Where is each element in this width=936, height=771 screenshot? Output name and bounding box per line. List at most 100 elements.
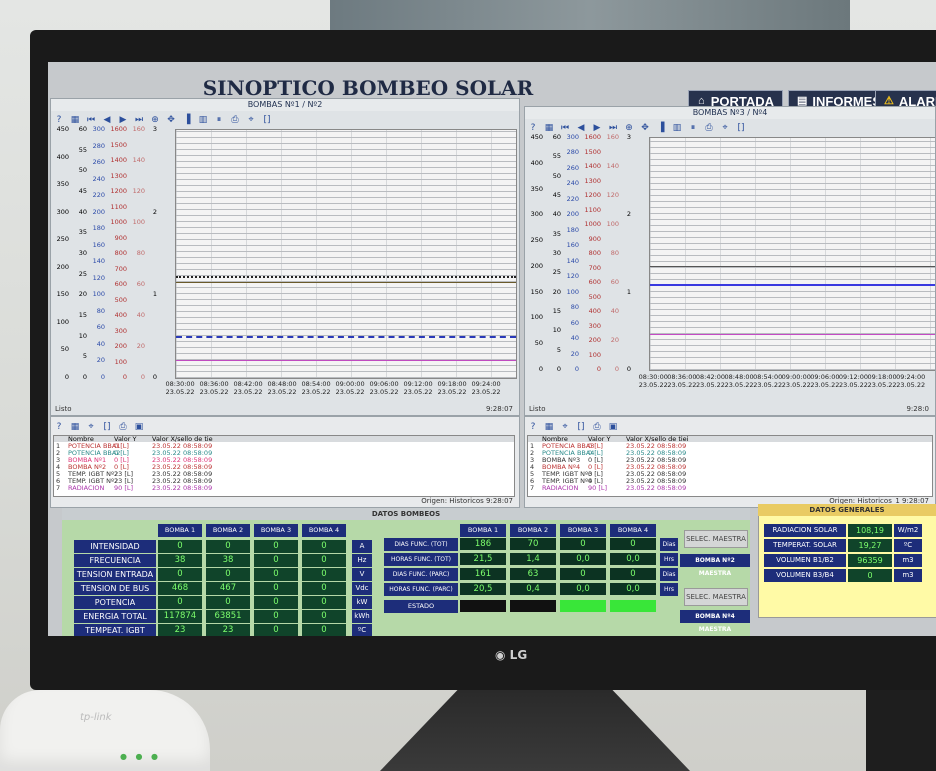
table-icon[interactable]: ▥	[197, 114, 209, 126]
print-icon[interactable]: ⎙	[229, 114, 241, 126]
left-ax3-tick: 0	[100, 373, 105, 381]
pump-row-value: 0	[254, 596, 298, 609]
pump-row-label: ENERGIA TOTAL	[74, 610, 156, 623]
x-tick-label: 09:24:00 23.05.22	[466, 380, 506, 396]
right-rax2-tick: 55	[552, 152, 561, 161]
right-rax4-tick: 0	[596, 365, 601, 373]
zoom-icon[interactable]: ⊕	[623, 122, 635, 134]
right-rax4-tick: 500	[588, 292, 601, 301]
right-rax5-tick: 20	[610, 336, 619, 344]
right-legend-table[interactable]: Nombre Valor Y Valor X/sello de tiei 1 POTEN…	[527, 435, 933, 497]
last-icon[interactable]: ⏭	[607, 122, 619, 134]
right-rax3-tick: 20	[570, 349, 579, 358]
left-ax1-tick: 50	[60, 345, 69, 354]
pump-row-value: 467	[206, 582, 250, 595]
print-icon[interactable]: ⎙	[117, 421, 129, 433]
pause-icon[interactable]: ⏸	[213, 114, 225, 126]
first-icon[interactable]: ⏮	[559, 122, 571, 134]
speaker	[866, 690, 936, 771]
right-rax2-tick: 60	[552, 133, 561, 141]
save-icon[interactable]: ▣	[133, 421, 145, 433]
pump-row-unit: ºC	[352, 624, 372, 636]
select-icon[interactable]: []	[575, 421, 587, 433]
right-rax1-tick: 0	[538, 365, 543, 373]
selec-maestra-button-1[interactable]: SELEC. MAESTRA	[684, 530, 748, 548]
pump-row-unit: A	[352, 540, 372, 553]
days-row-value: 0,0	[560, 553, 606, 565]
left-ax4-tick: 300	[114, 326, 127, 335]
select-icon[interactable]: []	[261, 114, 273, 126]
monitor-brand: ◉ LG	[495, 648, 527, 662]
left-ax3-tick: 240	[92, 174, 105, 183]
pump-row-unit: Vdc	[352, 582, 372, 595]
left-ax4-tick: 400	[114, 311, 127, 319]
pump-row-value: 0	[254, 540, 298, 553]
select-icon[interactable]: []	[101, 421, 113, 433]
pump-row-value: 0	[206, 540, 250, 553]
selec-maestra-button-2[interactable]: SELEC. MAESTRA	[684, 588, 748, 606]
table-row[interactable]: 7 RADIACION 90 [L] 23.05.22 08:58:09	[528, 485, 932, 492]
left-ax4-tick: 500	[114, 295, 127, 304]
save-icon[interactable]: ▣	[607, 421, 619, 433]
right-plot-area[interactable]	[649, 137, 935, 371]
left-ax4-tick: 1400	[110, 156, 127, 164]
ruler-icon[interactable]: ⌖	[719, 122, 731, 134]
export-icon[interactable]: ▦	[69, 421, 81, 433]
left-x-axis: 08:30:00 23.05.22 08:36:00 23.05.22 08:42:00…	[165, 380, 515, 400]
prev-icon[interactable]: ◀	[101, 114, 113, 126]
ruler-icon[interactable]: ⌖	[245, 114, 257, 126]
move-icon[interactable]: ✥	[639, 122, 651, 134]
export-icon[interactable]: ▦	[69, 114, 81, 126]
left-ax1-tick: 400	[56, 152, 69, 161]
axes-icon[interactable]: ▐	[181, 114, 193, 126]
estado-indicator-2	[510, 600, 556, 612]
y-axis-1: 450 400 350 300 250 200 150 100 50 0	[527, 133, 545, 373]
zoom-icon[interactable]: ⊕	[149, 114, 161, 126]
left-ax3-tick: 120	[92, 273, 105, 282]
pump-row-value: 0	[158, 596, 202, 609]
pump-row-value: 0	[302, 554, 346, 567]
right-rax4-tick: 1500	[584, 147, 601, 156]
left-ax2-tick: 20	[78, 290, 87, 299]
next-icon[interactable]: ▶	[591, 122, 603, 134]
table-icon[interactable]: ▥	[671, 122, 683, 134]
days-row-value: 63	[510, 568, 556, 580]
left-ax3-tick: 160	[92, 240, 105, 249]
ruler-icon[interactable]: ⌖	[85, 421, 97, 433]
left-ax4-tick: 100	[114, 357, 127, 366]
right-rax5-tick: 140	[606, 162, 619, 170]
help-icon[interactable]: ?	[527, 421, 539, 433]
axes-icon[interactable]: ▐	[655, 122, 667, 134]
select-icon[interactable]: []	[735, 122, 747, 134]
left-ax3-tick: 140	[92, 257, 105, 266]
move-icon[interactable]: ✥	[165, 114, 177, 126]
left-ax2-tick: 55	[78, 145, 87, 154]
export-icon[interactable]: ▦	[543, 421, 555, 433]
print-icon[interactable]: ⎙	[703, 122, 715, 134]
ruler-icon[interactable]: ⌖	[559, 421, 571, 433]
right-legend-toolbar: ? ▦ ⌖ [] ⎙ ▣	[527, 419, 619, 434]
left-ax2-tick: 10	[78, 331, 87, 340]
left-plot-area[interactable]	[175, 129, 517, 379]
left-ax3-tick: 200	[92, 207, 105, 216]
trend-line-black	[176, 276, 516, 278]
days-row-value: 161	[460, 568, 506, 580]
export-icon[interactable]: ▦	[543, 122, 555, 134]
last-icon[interactable]: ⏭	[133, 114, 145, 126]
first-icon[interactable]: ⏮	[85, 114, 97, 126]
row-value: 90 [L]	[114, 484, 134, 492]
right-rax2-tick: 45	[552, 191, 561, 199]
pump-header-2: BOMBA 2	[206, 524, 250, 537]
left-ax3-tick: 60	[96, 323, 105, 332]
help-icon[interactable]: ?	[53, 114, 65, 126]
left-legend-table[interactable]: Nombre Valor Y Valor X/sello de tie 1 POTENC…	[53, 435, 515, 497]
pause-icon[interactable]: ⏸	[687, 122, 699, 134]
help-icon[interactable]: ?	[53, 421, 65, 433]
table-row[interactable]: 7 RADIACION 90 [L] 23.05.22 08:58:09	[54, 484, 514, 492]
help-icon[interactable]: ?	[527, 122, 539, 134]
next-icon[interactable]: ▶	[117, 114, 129, 126]
left-ax3-tick: 180	[92, 224, 105, 233]
print-icon[interactable]: ⎙	[591, 421, 603, 433]
prev-icon[interactable]: ◀	[575, 122, 587, 134]
right-rax4-tick: 200	[588, 336, 601, 344]
